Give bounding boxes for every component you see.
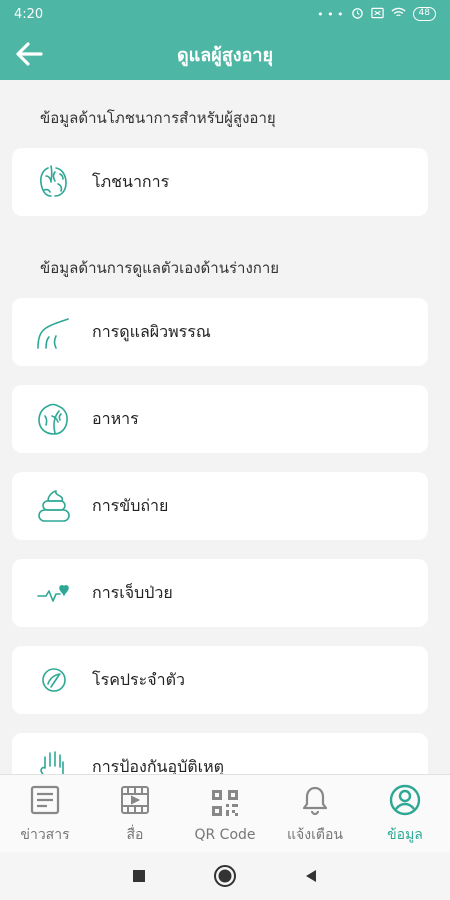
menu-item-illness[interactable]: การเจ็บป่วย — [12, 559, 428, 627]
nav-label: QR Code — [194, 826, 256, 843]
sim-icon — [370, 7, 384, 22]
heartbeat-icon — [32, 571, 76, 615]
menu-item-excretion[interactable]: การขับถ่าย — [12, 472, 428, 540]
status-bar: 4:20 • • • 48 — [0, 0, 450, 28]
menu-item-label: การขับถ่าย — [92, 495, 169, 515]
menu-item-label: การดูแลผิวพรรณ — [92, 321, 211, 341]
system-back-button[interactable] — [299, 864, 323, 888]
back-button[interactable] — [12, 38, 46, 70]
menu-item-label: การป้องกันอุบัติเหตุ — [92, 756, 225, 775]
page-title: ดูแลผู้สูงอายุ — [176, 44, 274, 66]
menu-item-skin-care[interactable]: การดูแลผิวพรรณ — [12, 298, 428, 366]
nav-item-info[interactable]: ข้อมูล — [360, 775, 450, 852]
nav-item-notifications[interactable]: แจ้งเตือน — [270, 775, 360, 852]
skin-care-icon — [32, 310, 76, 354]
recent-apps-button[interactable] — [127, 864, 151, 888]
circle-icon — [214, 865, 236, 887]
section-header-self-care: ข้อมูลด้านการดูแลตัวเองด้านร่างกาย — [40, 259, 280, 277]
content-list[interactable]: ข้อมูลด้านโภชนาการสำหรับผู้สูงอายุ โภชนา… — [0, 80, 450, 774]
section-header-nutrition: ข้อมูลด้านโภชนาการสำหรับผู้สูงอายุ — [40, 109, 276, 127]
menu-item-label: การเจ็บป่วย — [92, 582, 173, 602]
nav-label: แจ้งเตือน — [287, 826, 343, 843]
status-icons: • • • 48 — [317, 6, 436, 22]
alarm-icon — [351, 6, 364, 22]
menu-item-label: อาหาร — [92, 408, 139, 428]
menu-item-nutrition[interactable]: โภชนาการ — [12, 148, 428, 216]
menu-item-label: โรคประจำตัว — [92, 669, 185, 689]
battery-indicator: 48 — [412, 7, 436, 21]
nav-label: ข้อมูล — [387, 826, 423, 843]
home-button[interactable] — [213, 864, 237, 888]
nav-label: สื่อ — [126, 826, 144, 843]
qr-code-icon — [207, 785, 243, 821]
nav-item-news[interactable]: ข่าวสาร — [0, 775, 90, 852]
nutrition-icon — [32, 160, 76, 204]
nav-label: ข่าวสาร — [20, 826, 70, 843]
menu-item-label: โภชนาการ — [92, 171, 170, 191]
bell-icon — [297, 782, 333, 818]
hand-icon — [32, 745, 76, 774]
system-navigation-bar — [0, 852, 450, 900]
wifi-icon — [391, 7, 406, 22]
nav-item-qr-code[interactable]: QR Code — [180, 775, 270, 852]
excretion-icon — [32, 484, 76, 528]
app-bar: ดูแลผู้สูงอายุ — [0, 28, 450, 80]
menu-item-accident-prevention[interactable]: การป้องกันอุบัติเหตุ — [12, 733, 428, 774]
profile-icon — [387, 782, 423, 818]
film-icon — [117, 782, 153, 818]
square-icon — [133, 870, 145, 882]
menu-item-food[interactable]: อาหาร — [12, 385, 428, 453]
news-icon — [27, 782, 63, 818]
status-time: 4:20 — [14, 6, 44, 22]
arrow-left-icon — [16, 42, 43, 66]
menu-item-chronic-disease[interactable]: โรคประจำตัว — [12, 646, 428, 714]
bottom-navigation: ข่าวสาร สื่อ QR Code แจ้งเตือน ข้อมูล — [0, 774, 450, 852]
pill-icon — [32, 658, 76, 702]
notification-dots: • • • — [317, 7, 344, 21]
triangle-left-icon — [306, 870, 316, 882]
lettuce-icon — [32, 397, 76, 441]
nav-item-media[interactable]: สื่อ — [90, 775, 180, 852]
